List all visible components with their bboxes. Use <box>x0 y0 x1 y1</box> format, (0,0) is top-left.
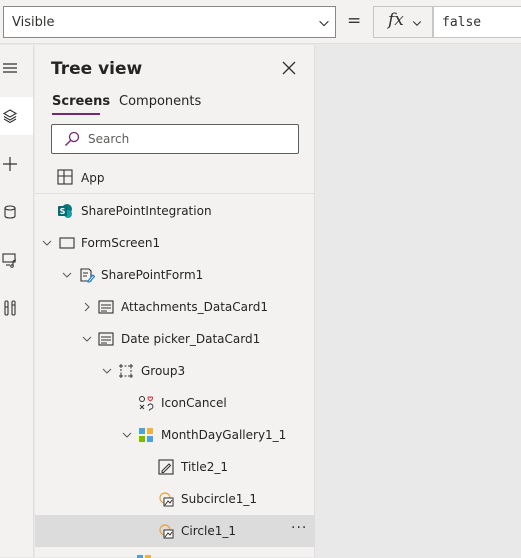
group-icon <box>119 364 133 378</box>
more-options-icon[interactable]: ··· <box>291 520 307 536</box>
chevron-down-icon[interactable] <box>81 333 93 345</box>
tree-item-sharepointintegration[interactable]: S SharePointIntegration <box>35 195 315 227</box>
rail-tools-button[interactable] <box>0 289 33 327</box>
tree-item-sharepointform1[interactable]: SharePointForm1 <box>35 259 315 291</box>
close-icon[interactable] <box>281 60 297 76</box>
tree-item-label: Attachments_DataCard1 <box>121 300 268 314</box>
gallery-icon <box>137 555 151 558</box>
chevron-down-icon <box>412 21 422 26</box>
media-icon <box>2 253 17 268</box>
rail-data-button[interactable] <box>0 193 33 231</box>
chevron-down-icon[interactable] <box>101 365 113 377</box>
rail-insert-button[interactable] <box>0 145 33 183</box>
screen-icon <box>59 237 75 249</box>
property-value: Visible <box>12 15 55 30</box>
tree-item-app[interactable]: App <box>35 164 315 194</box>
svg-text:S: S <box>60 207 66 216</box>
tools-icon <box>4 300 16 316</box>
plus-icon <box>3 157 17 171</box>
tree-item-date-picker-datacard1[interactable]: Date picker_DataCard1 <box>35 323 315 355</box>
tree-item-attachments-datacard1[interactable]: Attachments_DataCard1 <box>35 291 315 323</box>
tree-item-label: Group3 <box>141 364 186 378</box>
left-rail <box>0 45 34 557</box>
database-icon <box>4 205 16 219</box>
tree-item-label: Circle1_1 <box>181 524 236 538</box>
formula-text: false <box>442 15 482 30</box>
tab-components[interactable]: Components <box>119 94 201 109</box>
rail-tree-view-button[interactable] <box>0 97 33 135</box>
tree-item-formscreen1[interactable]: FormScreen1 <box>35 227 315 259</box>
chevron-down-icon[interactable] <box>121 429 133 441</box>
design-canvas[interactable] <box>316 45 521 557</box>
tree-item-group3[interactable]: Group3 <box>35 355 315 387</box>
tree-item-label: App <box>81 171 105 185</box>
active-tab-indicator <box>52 113 100 115</box>
tree-item-label: SharePointIntegration <box>81 204 212 218</box>
layers-icon <box>2 109 18 124</box>
rail-media-button[interactable] <box>0 241 33 279</box>
circle-shape-icon <box>159 492 174 507</box>
form-icon <box>80 268 95 283</box>
tree-item-title2-1[interactable]: Title2_1 <box>35 451 315 483</box>
rail-menu-button[interactable] <box>0 49 33 87</box>
formula-input[interactable]: false <box>433 6 521 38</box>
tree-item-label: FormScreen1 <box>81 236 161 250</box>
tree-item-label: SharePointForm1 <box>101 268 204 282</box>
tab-screens[interactable]: Screens <box>52 94 110 109</box>
tree-item-monthdaygallery1-1[interactable]: MonthDayGallery1_1 <box>35 419 315 451</box>
partial-row-icon <box>136 554 152 558</box>
property-dropdown[interactable]: Visible <box>3 6 336 38</box>
panel-title: Tree view <box>51 59 143 79</box>
fx-button[interactable]: fx <box>373 6 433 38</box>
tree-item-label: Subcircle1_1 <box>181 492 258 506</box>
hamburger-icon <box>3 63 17 73</box>
shapes-icon <box>139 396 154 411</box>
datacard-icon <box>98 332 114 346</box>
datacard-icon <box>98 300 114 314</box>
chevron-down-icon[interactable] <box>61 269 73 281</box>
gallery-icon <box>139 428 153 442</box>
edit-label-icon <box>158 459 174 475</box>
tree-item-label: Date picker_DataCard1 <box>121 332 261 346</box>
tree-item-label: IconCancel <box>161 396 227 410</box>
circle-shape-icon <box>159 524 174 539</box>
formula-bar: Visible = fx false <box>0 0 521 44</box>
app-icon <box>57 169 73 185</box>
chevron-down-icon <box>319 20 329 27</box>
tree-view-panel: Tree view Screens Components App S Share… <box>35 45 315 558</box>
search-input[interactable] <box>88 130 288 148</box>
search-icon <box>65 131 80 146</box>
tree-item-subcircle1-1[interactable]: Subcircle1_1 <box>35 483 315 515</box>
equals-sign: = <box>347 11 362 31</box>
tree-item-label: MonthDayGallery1_1 <box>161 428 287 442</box>
sharepoint-icon: S <box>58 204 72 218</box>
chevron-down-icon[interactable] <box>41 237 53 249</box>
tree-item-label: Title2_1 <box>181 460 228 474</box>
fx-label: fx <box>388 10 404 30</box>
chevron-right-icon[interactable] <box>81 301 93 313</box>
tree-item-circle1-1[interactable]: Circle1_1 ··· <box>35 515 315 547</box>
tree-item-iconcancel[interactable]: IconCancel <box>35 387 315 419</box>
search-box[interactable] <box>51 124 299 154</box>
